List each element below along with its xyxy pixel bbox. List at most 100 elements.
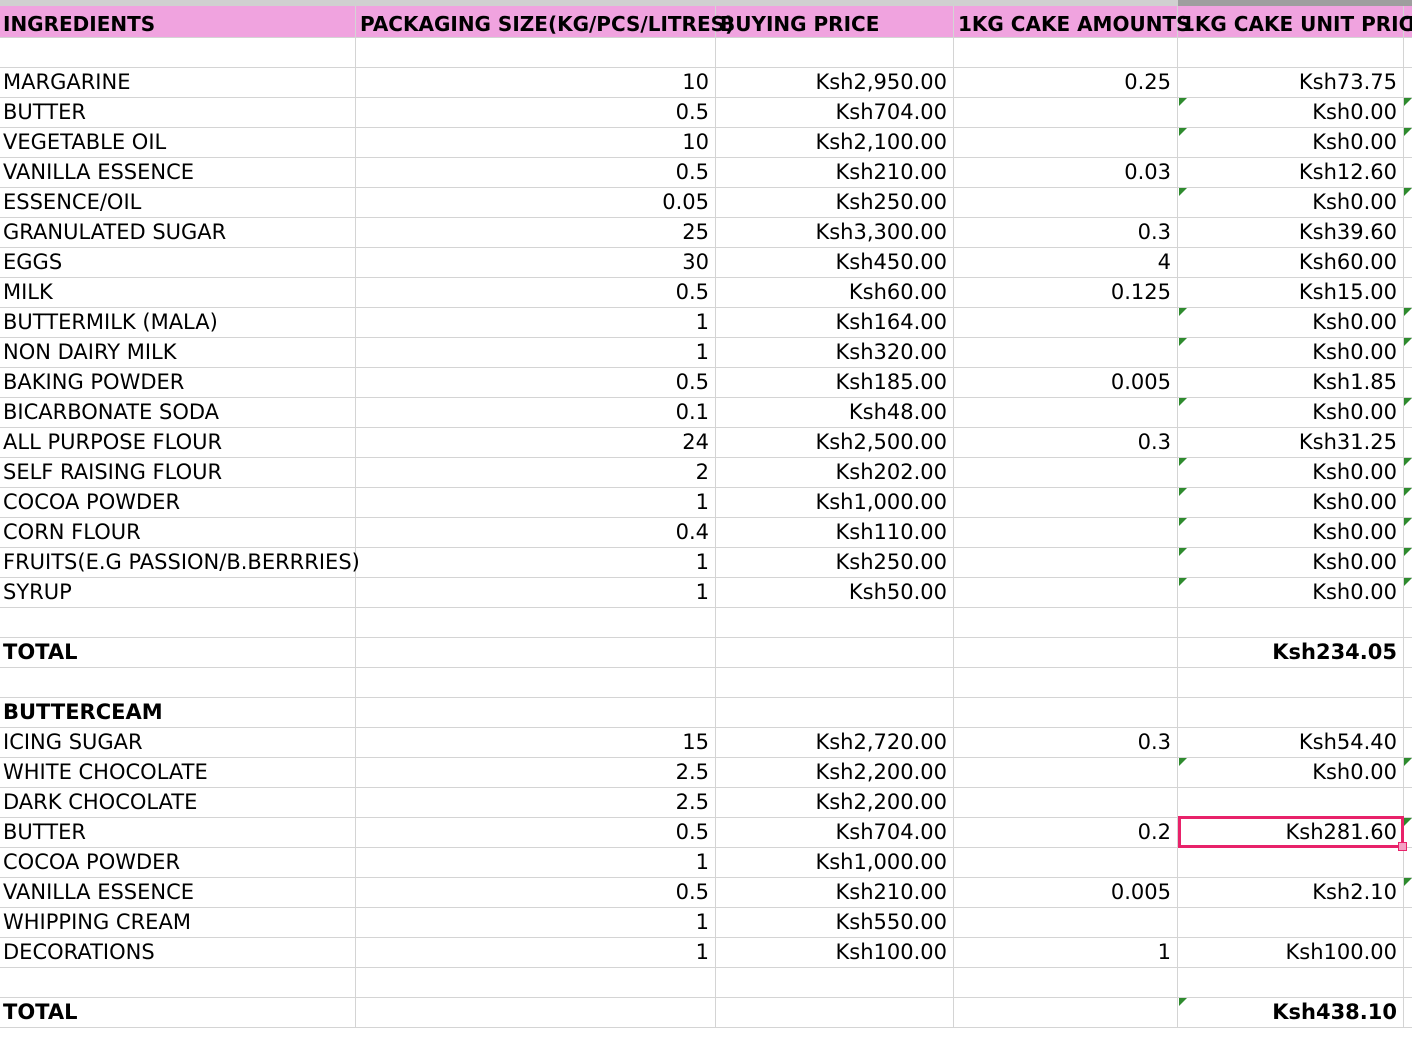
- unit-price-cell[interactable]: Ksh1.85: [1178, 368, 1404, 397]
- packaging-size-cell[interactable]: 0.4: [356, 518, 716, 547]
- ingredient-cell[interactable]: BAKING POWDER: [0, 368, 356, 397]
- cake-amount-cell[interactable]: 0.2: [954, 818, 1178, 847]
- ingredient-cell[interactable]: COCOA POWDER: [0, 488, 356, 517]
- ingredient-cell[interactable]: NON DAIRY MILK: [0, 338, 356, 367]
- cake-amount-cell[interactable]: [954, 188, 1178, 217]
- ingredient-cell[interactable]: ALL PURPOSE FLOUR: [0, 428, 356, 457]
- unit-price-cell[interactable]: [1178, 848, 1404, 877]
- cake-amount-cell[interactable]: 0.125: [954, 278, 1178, 307]
- cake-amount-cell[interactable]: 0.3: [954, 428, 1178, 457]
- spreadsheet[interactable]: INGREDIENTS PACKAGING SIZE(KG/PCS/LITRES…: [0, 0, 1412, 1044]
- unit-price-cell[interactable]: [1178, 608, 1404, 637]
- buying-price-cell[interactable]: [716, 38, 954, 67]
- ingredient-cell[interactable]: VANILLA ESSENCE: [0, 158, 356, 187]
- packaging-size-cell[interactable]: [356, 698, 716, 727]
- packaging-size-cell[interactable]: 1: [356, 338, 716, 367]
- cake-amount-cell[interactable]: [954, 548, 1178, 577]
- cake-amount-cell[interactable]: 0.005: [954, 368, 1178, 397]
- buying-price-cell[interactable]: Ksh2,720.00: [716, 728, 954, 757]
- unit-price-cell[interactable]: Ksh0.00: [1178, 398, 1404, 427]
- buying-price-cell[interactable]: [716, 698, 954, 727]
- cake-amount-cell[interactable]: [954, 608, 1178, 637]
- buying-price-cell[interactable]: Ksh202.00: [716, 458, 954, 487]
- buying-price-cell[interactable]: Ksh185.00: [716, 368, 954, 397]
- ingredient-cell[interactable]: DECORATIONS: [0, 938, 356, 967]
- buying-price-cell[interactable]: Ksh60.00: [716, 278, 954, 307]
- cake-amount-cell[interactable]: [954, 998, 1178, 1027]
- buying-price-cell[interactable]: [716, 608, 954, 637]
- packaging-size-cell[interactable]: 15: [356, 728, 716, 757]
- unit-price-cell[interactable]: Ksh73.75: [1178, 68, 1404, 97]
- unit-price-cell[interactable]: [1178, 38, 1404, 67]
- header-next-column[interactable]: 1: [1404, 6, 1412, 42]
- cake-amount-cell[interactable]: [954, 788, 1178, 817]
- cake-amount-cell[interactable]: [954, 668, 1178, 697]
- packaging-size-cell[interactable]: 1: [356, 488, 716, 517]
- ingredient-cell[interactable]: ICING SUGAR: [0, 728, 356, 757]
- header-packaging-size[interactable]: PACKAGING SIZE(KG/PCS/LITRES): [356, 6, 734, 42]
- ingredient-cell[interactable]: [0, 668, 356, 697]
- cake-amount-cell[interactable]: [954, 38, 1178, 67]
- unit-price-cell[interactable]: Ksh0.00: [1178, 458, 1404, 487]
- unit-price-cell[interactable]: [1178, 788, 1404, 817]
- ingredient-cell[interactable]: TOTAL: [0, 998, 356, 1027]
- ingredient-cell[interactable]: SELF RAISING FLOUR: [0, 458, 356, 487]
- unit-price-cell[interactable]: Ksh60.00: [1178, 248, 1404, 277]
- cake-amount-cell[interactable]: [954, 698, 1178, 727]
- ingredient-cell[interactable]: MARGARINE: [0, 68, 356, 97]
- packaging-size-cell[interactable]: 2.5: [356, 788, 716, 817]
- cake-amount-cell[interactable]: [954, 848, 1178, 877]
- ingredient-cell[interactable]: COCOA POWDER: [0, 848, 356, 877]
- packaging-size-cell[interactable]: 0.5: [356, 878, 716, 907]
- buying-price-cell[interactable]: Ksh2,500.00: [716, 428, 954, 457]
- ingredient-cell[interactable]: BUTTERCEAM: [0, 698, 356, 727]
- packaging-size-cell[interactable]: 0.5: [356, 158, 716, 187]
- packaging-size-cell[interactable]: 10: [356, 128, 716, 157]
- unit-price-cell[interactable]: Ksh2.10: [1178, 878, 1404, 907]
- cake-amount-cell[interactable]: 0.3: [954, 728, 1178, 757]
- buying-price-cell[interactable]: Ksh210.00: [716, 158, 954, 187]
- cake-amount-cell[interactable]: 0.005: [954, 878, 1178, 907]
- buying-price-cell[interactable]: Ksh320.00: [716, 338, 954, 367]
- unit-price-cell[interactable]: Ksh54.40: [1178, 728, 1404, 757]
- unit-price-cell[interactable]: Ksh0.00: [1178, 548, 1404, 577]
- packaging-size-cell[interactable]: 0.05: [356, 188, 716, 217]
- cake-amount-cell[interactable]: [954, 578, 1178, 607]
- buying-price-cell[interactable]: Ksh100.00: [716, 938, 954, 967]
- buying-price-cell[interactable]: [716, 968, 954, 997]
- packaging-size-cell[interactable]: 1: [356, 308, 716, 337]
- buying-price-cell[interactable]: [716, 998, 954, 1027]
- packaging-size-cell[interactable]: [356, 668, 716, 697]
- cake-amount-cell[interactable]: [954, 488, 1178, 517]
- buying-price-cell[interactable]: Ksh164.00: [716, 308, 954, 337]
- packaging-size-cell[interactable]: 10: [356, 68, 716, 97]
- buying-price-cell[interactable]: Ksh50.00: [716, 578, 954, 607]
- unit-price-cell[interactable]: [1178, 698, 1404, 727]
- header-ingredients[interactable]: INGREDIENTS: [0, 6, 356, 42]
- ingredient-cell[interactable]: BUTTERMILK (MALA): [0, 308, 356, 337]
- buying-price-cell[interactable]: Ksh1,000.00: [716, 488, 954, 517]
- packaging-size-cell[interactable]: 1: [356, 848, 716, 877]
- buying-price-cell[interactable]: Ksh2,100.00: [716, 128, 954, 157]
- ingredient-cell[interactable]: BICARBONATE SODA: [0, 398, 356, 427]
- cake-amount-cell[interactable]: 1: [954, 938, 1178, 967]
- cake-amount-cell[interactable]: 0.3: [954, 218, 1178, 247]
- unit-price-cell[interactable]: [1178, 668, 1404, 697]
- ingredient-cell[interactable]: ESSENCE/OIL: [0, 188, 356, 217]
- ingredient-cell[interactable]: SYRUP: [0, 578, 356, 607]
- unit-price-cell[interactable]: Ksh0.00: [1178, 758, 1404, 787]
- buying-price-cell[interactable]: Ksh250.00: [716, 188, 954, 217]
- buying-price-cell[interactable]: Ksh1,000.00: [716, 848, 954, 877]
- packaging-size-cell[interactable]: [356, 638, 716, 667]
- ingredient-cell[interactable]: GRANULATED SUGAR: [0, 218, 356, 247]
- unit-price-cell[interactable]: [1178, 908, 1404, 937]
- unit-price-cell[interactable]: Ksh100.00: [1178, 938, 1404, 967]
- unit-price-cell[interactable]: Ksh0.00: [1178, 488, 1404, 517]
- buying-price-cell[interactable]: Ksh704.00: [716, 818, 954, 847]
- ingredient-cell[interactable]: FRUITS(E.G PASSION/B.BERRRIES): [0, 548, 360, 577]
- ingredient-cell[interactable]: [0, 968, 356, 997]
- buying-price-cell[interactable]: Ksh2,950.00: [716, 68, 954, 97]
- cake-amount-cell[interactable]: [954, 458, 1178, 487]
- cake-amount-cell[interactable]: 0.25: [954, 68, 1178, 97]
- buying-price-cell[interactable]: Ksh48.00: [716, 398, 954, 427]
